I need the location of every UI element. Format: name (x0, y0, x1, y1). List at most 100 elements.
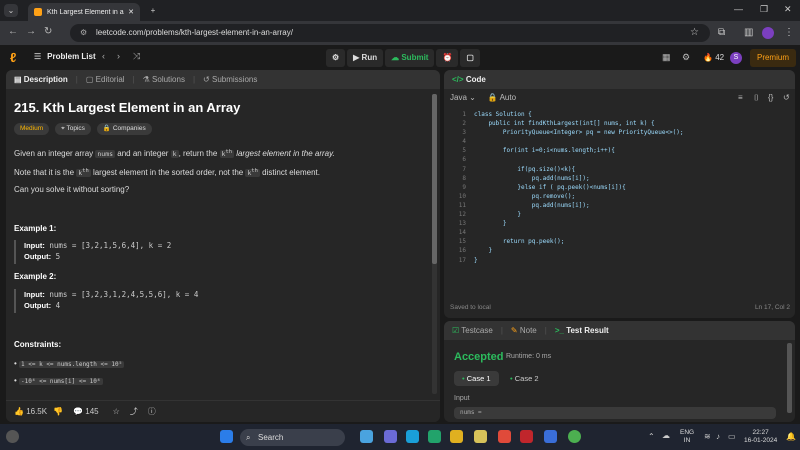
code-line[interactable]: 4 (444, 137, 795, 146)
auto-mode-toggle[interactable]: 🔒 Auto (488, 93, 516, 102)
browser-menu-icon[interactable]: ⋮ (784, 27, 794, 38)
debug-button[interactable]: ⚙ (326, 49, 346, 67)
language-indicator[interactable]: ENG IN (680, 429, 694, 445)
tab-note[interactable]: ✎ Note (511, 326, 537, 335)
format-icon[interactable]: ≡ (738, 93, 743, 102)
notification-icon[interactable]: 🔔 (786, 432, 796, 441)
next-problem-icon[interactable]: › (117, 51, 120, 61)
reload-icon[interactable]: ↻ (44, 26, 52, 37)
submit-button[interactable]: ☁ Submit (385, 49, 435, 67)
app-icon[interactable] (406, 430, 419, 443)
code-line[interactable]: 5 for(int i=0;i<nums.length;i++){ (444, 146, 795, 155)
tab-testcase[interactable]: ☑ Testcase (452, 326, 493, 335)
leetcode-logo-icon[interactable]: ℓ (10, 51, 22, 65)
wifi-icon[interactable]: ≋ (704, 432, 711, 441)
code-line[interactable]: 2 public int findKthLargest(int[] nums, … (444, 119, 795, 128)
back-icon[interactable]: ← (8, 26, 18, 37)
code-line[interactable]: 14 (444, 228, 795, 237)
cloud-icon[interactable]: ☁ (662, 431, 670, 440)
close-tab-icon[interactable]: ✕ (128, 8, 134, 16)
braces-icon[interactable]: {} (768, 93, 773, 102)
maximize-icon[interactable]: ❐ (760, 4, 768, 15)
window-close-icon[interactable]: ✕ (784, 4, 792, 15)
streak-counter[interactable]: 🔥 42 (703, 53, 724, 62)
reset-icon[interactable]: ↺ (783, 93, 790, 102)
windows-start-icon[interactable] (220, 430, 233, 443)
volume-icon[interactable]: ♪ (716, 432, 720, 441)
profile-avatar[interactable] (762, 27, 774, 39)
windows-taskbar: ⌕ Search ⌃ ☁ ENG IN ≋ ♪ ▭ 22:27 16-01-2024 … (0, 424, 800, 450)
code-line[interactable]: 15 return pq.peek(); (444, 237, 795, 246)
code-line[interactable]: 8 pq.add(nums[i]); (444, 174, 795, 183)
sidepanel-icon[interactable]: ▥ (744, 27, 753, 38)
code-tab[interactable]: </> Code (452, 75, 486, 84)
browser-tab[interactable]: Kth Largest Element in an Array ✕ (28, 3, 140, 21)
clock[interactable]: 22:27 16-01-2024 (744, 429, 777, 445)
case-2-tab[interactable]: • Case 2 (502, 371, 547, 386)
example-1-box: Input: nums = [3,2,1,5,6,4], k = 2 Outpu… (14, 240, 414, 264)
bookmark-star-icon[interactable]: ☆ (690, 27, 699, 38)
test-scrollbar[interactable] (787, 343, 792, 413)
comments-button[interactable]: 💬 145 (73, 407, 99, 416)
mail-icon[interactable] (544, 430, 557, 443)
battery-icon[interactable]: ▭ (728, 432, 736, 441)
teams-icon[interactable] (384, 430, 397, 443)
code-line[interactable]: 1 class Solution { (444, 110, 795, 119)
taskbar-search[interactable]: ⌕ Search (240, 429, 345, 446)
code-line[interactable]: 17} (444, 256, 795, 265)
explorer-icon[interactable] (450, 430, 463, 443)
chrome-icon[interactable] (568, 430, 581, 443)
store-icon[interactable] (498, 430, 511, 443)
tab-test-result[interactable]: >_ Test Result (555, 326, 609, 335)
tab-editorial[interactable]: ▢ Editorial (86, 75, 125, 84)
layout-icon[interactable]: ▦ (662, 52, 671, 63)
weather-icon[interactable] (6, 430, 19, 443)
timer-button[interactable]: ⏰ (436, 49, 459, 67)
forward-icon[interactable]: → (26, 26, 36, 37)
like-button[interactable]: 👍 16.5K (14, 407, 47, 416)
code-line[interactable]: 11 pq.add(nums[i]); (444, 201, 795, 210)
favorite-star-icon[interactable]: ☆ (113, 407, 120, 416)
taskview-icon[interactable] (360, 430, 373, 443)
minimize-icon[interactable]: — (734, 4, 743, 14)
language-select[interactable]: Java ⌄ (450, 93, 476, 102)
notes-button[interactable]: ▢ (460, 49, 480, 67)
tab-solutions[interactable]: ⚗ Solutions (143, 75, 185, 84)
problem-list-button[interactable]: ☰ Problem List (34, 52, 96, 61)
settings-gear-icon[interactable]: ⚙ (682, 52, 690, 63)
prev-problem-icon[interactable]: ‹ (102, 51, 105, 61)
shuffle-icon[interactable]: ⤨ (133, 51, 140, 62)
run-button[interactable]: ▶ Run (347, 49, 384, 67)
premium-button[interactable]: Premium (750, 49, 796, 67)
tab-description[interactable]: ▤ Description (14, 75, 68, 84)
help-icon[interactable]: ⓘ (148, 406, 156, 417)
problem-title[interactable]: 215. Kth Largest Element in an Array (14, 100, 424, 115)
extensions-icon[interactable]: ⧉ (718, 27, 725, 38)
tab-submissions[interactable]: ↺ Submissions (203, 75, 257, 84)
dislike-icon[interactable]: 👎 (53, 407, 63, 416)
code-line[interactable]: 16 } (444, 246, 795, 255)
folder-icon[interactable] (474, 430, 487, 443)
description-scrollbar[interactable] (432, 94, 437, 394)
code-line[interactable]: 13 } (444, 219, 795, 228)
mcafee-icon[interactable] (520, 430, 533, 443)
code-line[interactable]: 9 }else if ( pq.peek()<nums[i]){ (444, 183, 795, 192)
code-line[interactable]: 6 (444, 155, 795, 164)
share-icon[interactable]: ⤴ (130, 406, 138, 417)
bookmark-icon[interactable]: ⌷ (754, 93, 759, 103)
tab-list-icon[interactable]: ⌄ (4, 4, 18, 17)
code-line[interactable]: 3 PriorityQueue<Integer> pq = new Priori… (444, 128, 795, 137)
companies-tag[interactable]: 🔒 Companies (96, 123, 152, 135)
edge-icon[interactable] (428, 430, 441, 443)
case-1-tab[interactable]: • Case 1 (454, 371, 499, 386)
new-tab-icon[interactable]: + (146, 4, 160, 17)
code-line[interactable]: 12 } (444, 210, 795, 219)
topics-tag[interactable]: ⌖ Topics (55, 123, 91, 135)
code-line[interactable]: 7 if(pq.size()<k){ (444, 165, 795, 174)
user-avatar[interactable]: S (730, 52, 742, 64)
url-field[interactable]: ⚙ leetcode.com/problems/kth-largest-elem… (70, 24, 710, 42)
code-line[interactable]: 10 pq.remove(); (444, 192, 795, 201)
code-editor[interactable]: 1 class Solution {2 public int findKthLar… (444, 110, 795, 265)
site-info-icon[interactable]: ⚙ (80, 24, 87, 42)
tray-expand-icon[interactable]: ⌃ (648, 432, 655, 441)
